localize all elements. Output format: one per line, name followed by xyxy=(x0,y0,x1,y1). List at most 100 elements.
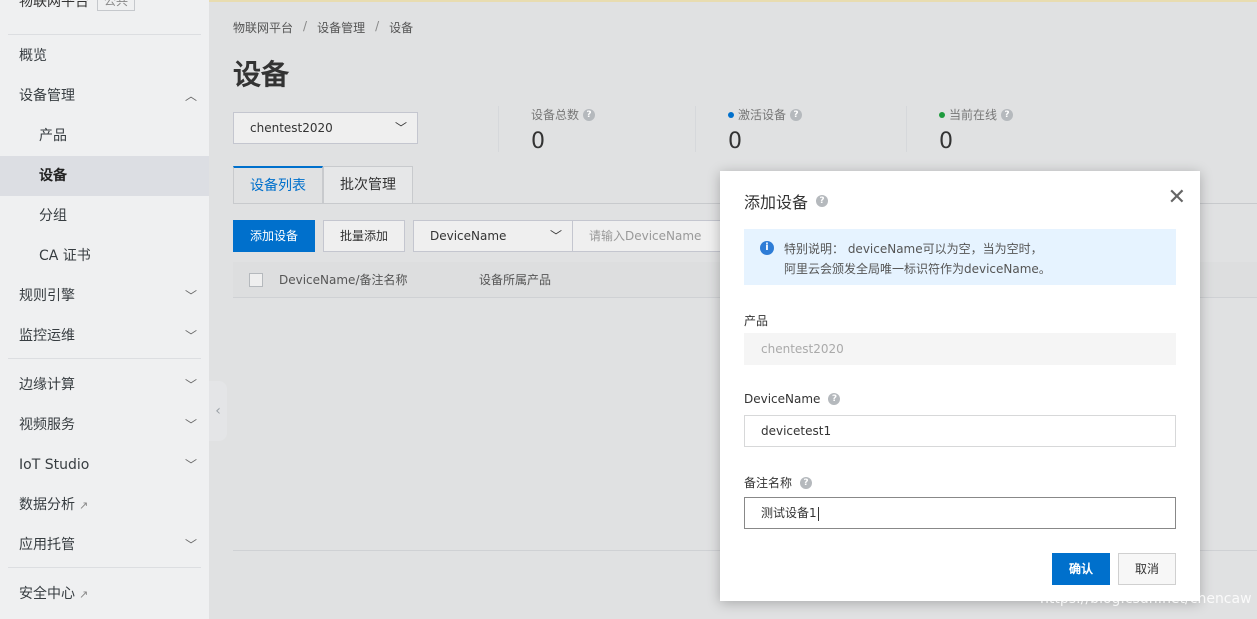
field-label-text: 产品 xyxy=(744,314,769,328)
breadcrumb: 物联网平台 / 设备管理 / 设备 xyxy=(233,19,413,36)
add-device-dialog: 添加设备 ? ✕ i 特别说明： deviceName可以为空，当为空时， 阿里… xyxy=(720,171,1200,601)
sidebar-divider xyxy=(8,34,201,35)
chevron-down-icon: ﹀ xyxy=(394,121,407,135)
dialog-title: 添加设备 ? xyxy=(744,189,829,213)
stat-value: 0 xyxy=(531,129,545,154)
nickname-input-value: 测试设备1 xyxy=(761,506,817,520)
sidebar-item-label: 产品 xyxy=(39,128,67,144)
filter-field-select[interactable]: DeviceName ﹀ xyxy=(413,220,573,252)
sidebar-item-label: 应用托管 xyxy=(19,537,75,553)
sidebar: 物联网平台 公共 概览 设备管理 ︿ 产品 设备 分组 CA 证书 规则引擎 ﹀ 监… xyxy=(0,0,209,619)
close-icon[interactable]: ✕ xyxy=(1168,187,1186,209)
help-icon[interactable]: ? xyxy=(828,393,841,405)
cancel-button[interactable]: 取消 xyxy=(1118,553,1176,585)
sidebar-item-label: 边缘计算 xyxy=(19,377,75,393)
tab-device-list[interactable]: 设备列表 xyxy=(233,166,323,204)
sidebar-item-device-management[interactable]: 设备管理 ︿ xyxy=(0,76,209,116)
sidebar-item-video-service[interactable]: 视频服务 ﹀ xyxy=(0,405,209,445)
help-icon[interactable]: ? xyxy=(1001,108,1014,121)
tab-batch-management[interactable]: 批次管理 xyxy=(323,166,413,204)
info-icon: i xyxy=(760,241,774,255)
chevron-down-icon: ﹀ xyxy=(184,418,197,432)
brand-title: 物联网平台 xyxy=(19,0,89,10)
sidebar-item-label: CA 证书 xyxy=(39,248,91,264)
stat-value: 0 xyxy=(939,129,953,154)
help-icon[interactable]: ? xyxy=(790,108,803,121)
sidebar-item-device[interactable]: 设备 xyxy=(0,156,209,196)
devicename-input[interactable]: devicetest1 xyxy=(744,415,1176,447)
status-dot-icon xyxy=(728,111,734,118)
product-select-value: chentest2020 xyxy=(250,121,333,135)
sidebar-item-security-center[interactable]: 安全中心 ↗ xyxy=(0,574,209,614)
product-select[interactable]: chentest2020 ﹀ xyxy=(233,112,418,144)
column-header: 设备所属产品 xyxy=(479,273,552,287)
sidebar-item-rule-engine[interactable]: 规则引擎 ﹀ xyxy=(0,276,209,316)
stat-value: 0 xyxy=(728,129,742,154)
dialog-title-text: 添加设备 xyxy=(744,193,809,212)
notice-line: 特别说明： deviceName可以为空，当为空时， xyxy=(784,242,1043,256)
sidebar-item-label: 分组 xyxy=(39,208,67,224)
external-link-icon: ↗ xyxy=(79,499,89,512)
sidebar-item-label: 监控运维 xyxy=(19,328,75,344)
sidebar-item-label: 安全中心 xyxy=(19,586,75,602)
chevron-down-icon: ﹀ xyxy=(549,229,562,243)
external-link-icon: ↗ xyxy=(79,588,89,601)
watermark: https://blog.csdn.net/chencaw xyxy=(1040,591,1252,607)
help-icon[interactable]: ? xyxy=(800,476,813,489)
sidebar-item-label: 数据分析 xyxy=(19,497,75,513)
sidebar-item-label: IoT Studio xyxy=(19,457,90,473)
chevron-down-icon: ﹀ xyxy=(184,329,197,343)
search-input[interactable]: 请输入DeviceName xyxy=(572,220,732,252)
stat-label: 设备总数 xyxy=(531,108,580,122)
text-caret xyxy=(817,506,819,521)
column-header: DeviceName/备注名称 xyxy=(279,273,408,287)
sidebar-item-monitoring[interactable]: 监控运维 ﹀ xyxy=(0,316,209,356)
sidebar-item-label: 概览 xyxy=(19,48,47,64)
sidebar-divider xyxy=(8,567,201,568)
stat-divider xyxy=(906,106,907,152)
status-dot-icon xyxy=(939,111,945,118)
batch-add-button[interactable]: 批量添加 xyxy=(323,220,405,252)
brand-tag: 公共 xyxy=(97,0,136,11)
chevron-down-icon: ﹀ xyxy=(184,378,197,392)
confirm-button[interactable]: 确认 xyxy=(1052,553,1110,585)
breadcrumb-item[interactable]: 物联网平台 xyxy=(233,19,293,36)
sidebar-item-label: 规则引擎 xyxy=(19,288,75,304)
notice-box: i 特别说明： deviceName可以为空，当为空时， 阿里云会颁发全局唯一标… xyxy=(744,229,1176,285)
field-label-text: 备注名称 xyxy=(744,476,793,490)
tabs: 设备列表 批次管理 xyxy=(233,166,413,204)
help-icon[interactable]: ? xyxy=(583,108,596,121)
select-all-checkbox[interactable] xyxy=(249,273,263,287)
product-label: 产品 xyxy=(744,312,768,329)
sidebar-item-overview[interactable]: 概览 xyxy=(0,36,209,76)
help-icon[interactable]: ? xyxy=(816,195,829,207)
sidebar-item-group[interactable]: 分组 xyxy=(0,196,209,236)
sidebar-item-edge-computing[interactable]: 边缘计算 ﹀ xyxy=(0,365,209,405)
sidebar-item-label: 设备管理 xyxy=(19,88,75,104)
stat-label: 激活设备 xyxy=(738,108,787,122)
nickname-input[interactable]: 测试设备1 xyxy=(744,497,1176,529)
breadcrumb-item-current: 设备 xyxy=(389,21,414,35)
add-device-button[interactable]: 添加设备 xyxy=(233,220,315,252)
field-label-text: DeviceName xyxy=(744,392,821,406)
sidebar-item-label: 视频服务 xyxy=(19,417,75,433)
top-accent-line xyxy=(209,0,1257,2)
nickname-label: 备注名称 ? xyxy=(744,474,813,491)
sidebar-item-ca-cert[interactable]: CA 证书 xyxy=(0,236,209,276)
stat-total-devices: 设备总数? 0 xyxy=(531,106,596,154)
stat-divider xyxy=(498,106,499,152)
page-title: 设备 xyxy=(233,58,290,91)
chevron-down-icon: ﹀ xyxy=(184,289,197,303)
chevron-down-icon: ﹀ xyxy=(184,458,197,472)
devicename-label: DeviceName ? xyxy=(744,392,841,406)
breadcrumb-item[interactable]: 设备管理 xyxy=(317,19,365,36)
stat-divider xyxy=(695,106,696,152)
breadcrumb-separator: / xyxy=(375,19,380,33)
notice-line: 阿里云会颁发全局唯一标识符作为deviceName。 xyxy=(784,262,1051,276)
sidebar-item-data-analysis[interactable]: 数据分析 ↗ xyxy=(0,485,209,525)
sidebar-item-app-hosting[interactable]: 应用托管 ﹀ xyxy=(0,525,209,565)
sidebar-item-iot-studio[interactable]: IoT Studio ﹀ xyxy=(0,445,209,485)
stat-label: 当前在线 xyxy=(949,108,998,122)
stat-online-devices: 当前在线? 0 xyxy=(939,106,1014,154)
sidebar-item-product[interactable]: 产品 xyxy=(0,116,209,156)
